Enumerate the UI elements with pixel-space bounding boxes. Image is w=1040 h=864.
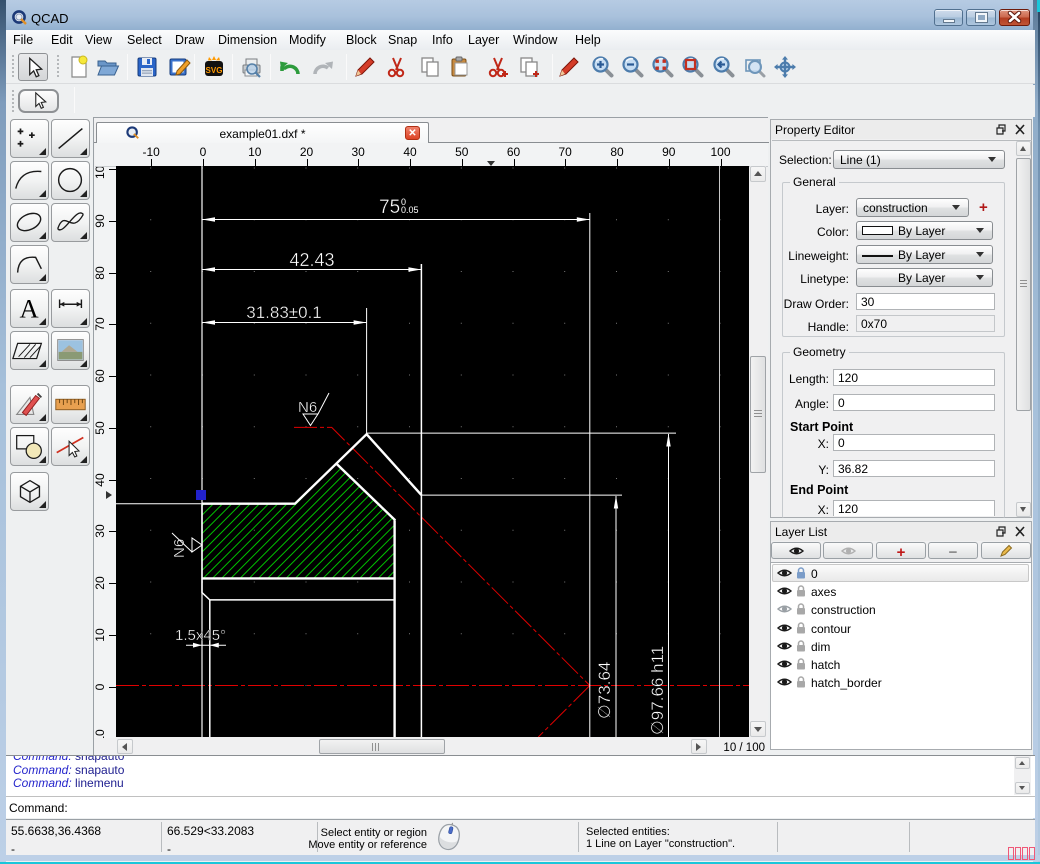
svg-text:SVG: SVG — [206, 66, 223, 75]
svg-text:0.05: 0.05 — [401, 205, 419, 215]
svg-text:N6: N6 — [298, 399, 317, 416]
svg-text:A: A — [19, 294, 38, 324]
svg-text:75: 75 — [379, 197, 400, 218]
svg-text:∅97.66 h11: ∅97.66 h11 — [648, 646, 667, 735]
svg-text:42.43: 42.43 — [289, 250, 334, 270]
svg-text:1.5x45°: 1.5x45° — [175, 627, 226, 644]
svg-text:∅73.64: ∅73.64 — [595, 662, 614, 719]
svg-text:N6: N6 — [171, 539, 188, 558]
svg-text:31.83±0.1: 31.83±0.1 — [246, 303, 322, 322]
